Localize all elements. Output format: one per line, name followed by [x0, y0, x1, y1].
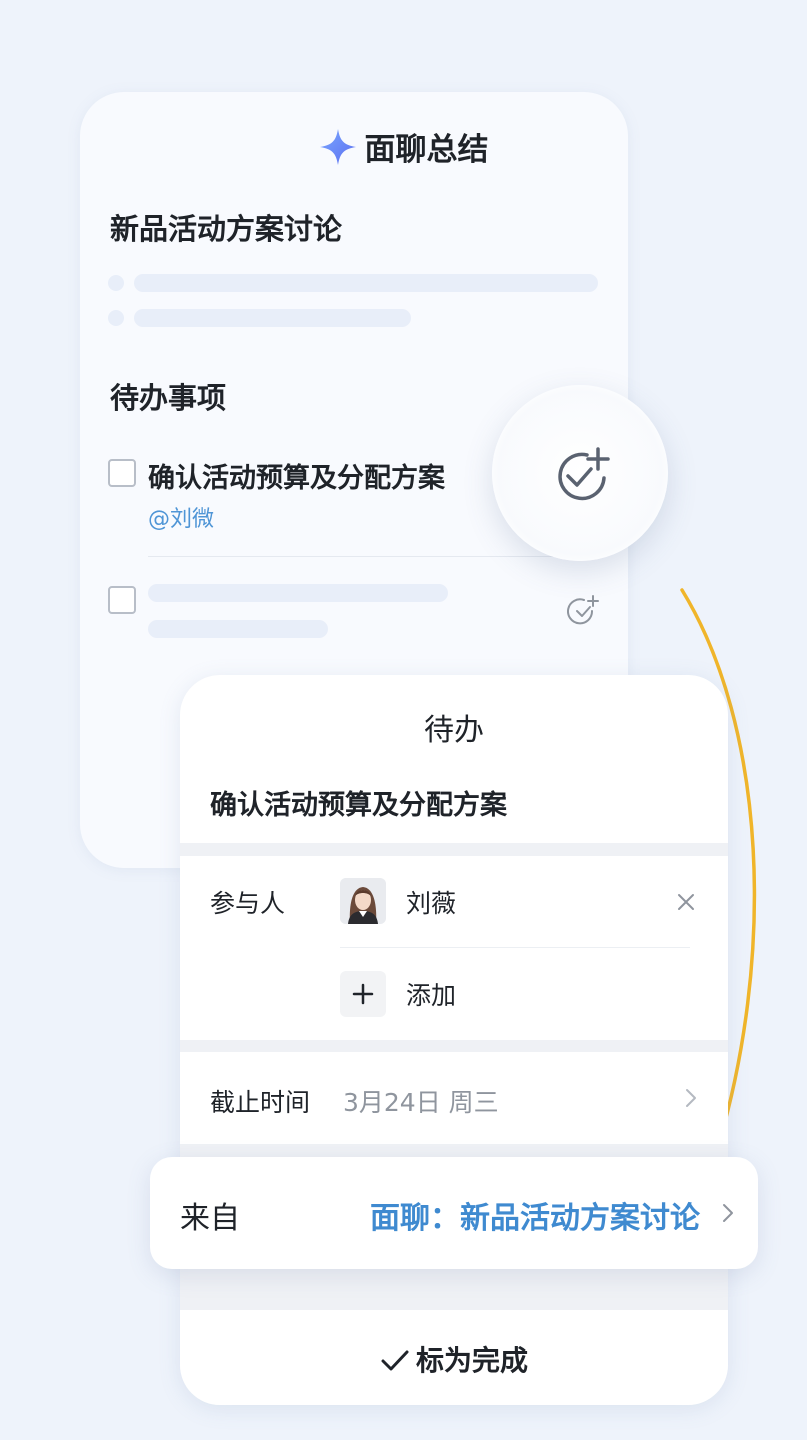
- divider: [340, 947, 690, 948]
- placeholder-line: [134, 274, 598, 292]
- chevron-right-icon: [685, 1088, 697, 1108]
- close-icon[interactable]: [676, 892, 696, 912]
- source-label: 来自: [180, 1201, 240, 1236]
- mark-complete-label: 标为完成: [415, 1344, 528, 1377]
- summary-title-row: 面聊总结: [0, 124, 807, 174]
- todo-item-text: 确认活动预算及分配方案: [148, 463, 445, 494]
- summary-title: 面聊总结: [364, 132, 489, 168]
- participant-name: 刘薇: [406, 889, 457, 918]
- placeholder-line: [148, 584, 448, 602]
- todo-checkbox[interactable]: [108, 459, 136, 487]
- divider: [148, 556, 600, 557]
- participants-section: 参与人 刘薇 添加: [180, 856, 728, 1040]
- meeting-title: 新品活动方案讨论: [110, 212, 343, 246]
- deadline-value: 3月24日 周三: [343, 1088, 499, 1117]
- checkmark-icon: [381, 1350, 409, 1371]
- plus-icon: [352, 983, 374, 1005]
- todo-checkbox[interactable]: [108, 586, 136, 614]
- chevron-right-icon: [722, 1203, 734, 1223]
- todo-detail-card: 待办 确认活动预算及分配方案 参与人 刘薇 添加 截止时间 3月24日 周三 标…: [180, 675, 728, 1405]
- add-participant-label[interactable]: 添加: [406, 976, 456, 1012]
- placeholder-line: [134, 309, 411, 327]
- add-todo-icon[interactable]: [567, 594, 601, 632]
- todo-card-title: 待办: [424, 713, 484, 748]
- participants-label: 参与人: [210, 889, 286, 918]
- todo-header: 待办 确认活动预算及分配方案: [180, 675, 728, 843]
- add-participant-button[interactable]: [340, 971, 386, 1017]
- placeholder-bullet: [108, 275, 124, 291]
- source-link[interactable]: 面聊：新品活动方案讨论: [370, 1193, 700, 1237]
- todo-task-title: 确认活动预算及分配方案: [210, 790, 507, 821]
- sparkle-icon: [319, 128, 357, 174]
- todo-mention[interactable]: @刘微: [148, 501, 214, 533]
- placeholder-line: [148, 620, 328, 638]
- mark-complete-button[interactable]: 标为完成: [180, 1310, 728, 1405]
- todo-section-title: 待办事项: [110, 381, 227, 415]
- add-todo-icon[interactable]: [550, 445, 616, 509]
- deadline-label: 截止时间: [210, 1088, 311, 1117]
- avatar: [340, 878, 386, 924]
- placeholder-bullet: [108, 310, 124, 326]
- deadline-row[interactable]: 截止时间 3月24日 周三: [180, 1052, 728, 1144]
- source-row[interactable]: 来自 面聊：新品活动方案讨论: [150, 1157, 758, 1269]
